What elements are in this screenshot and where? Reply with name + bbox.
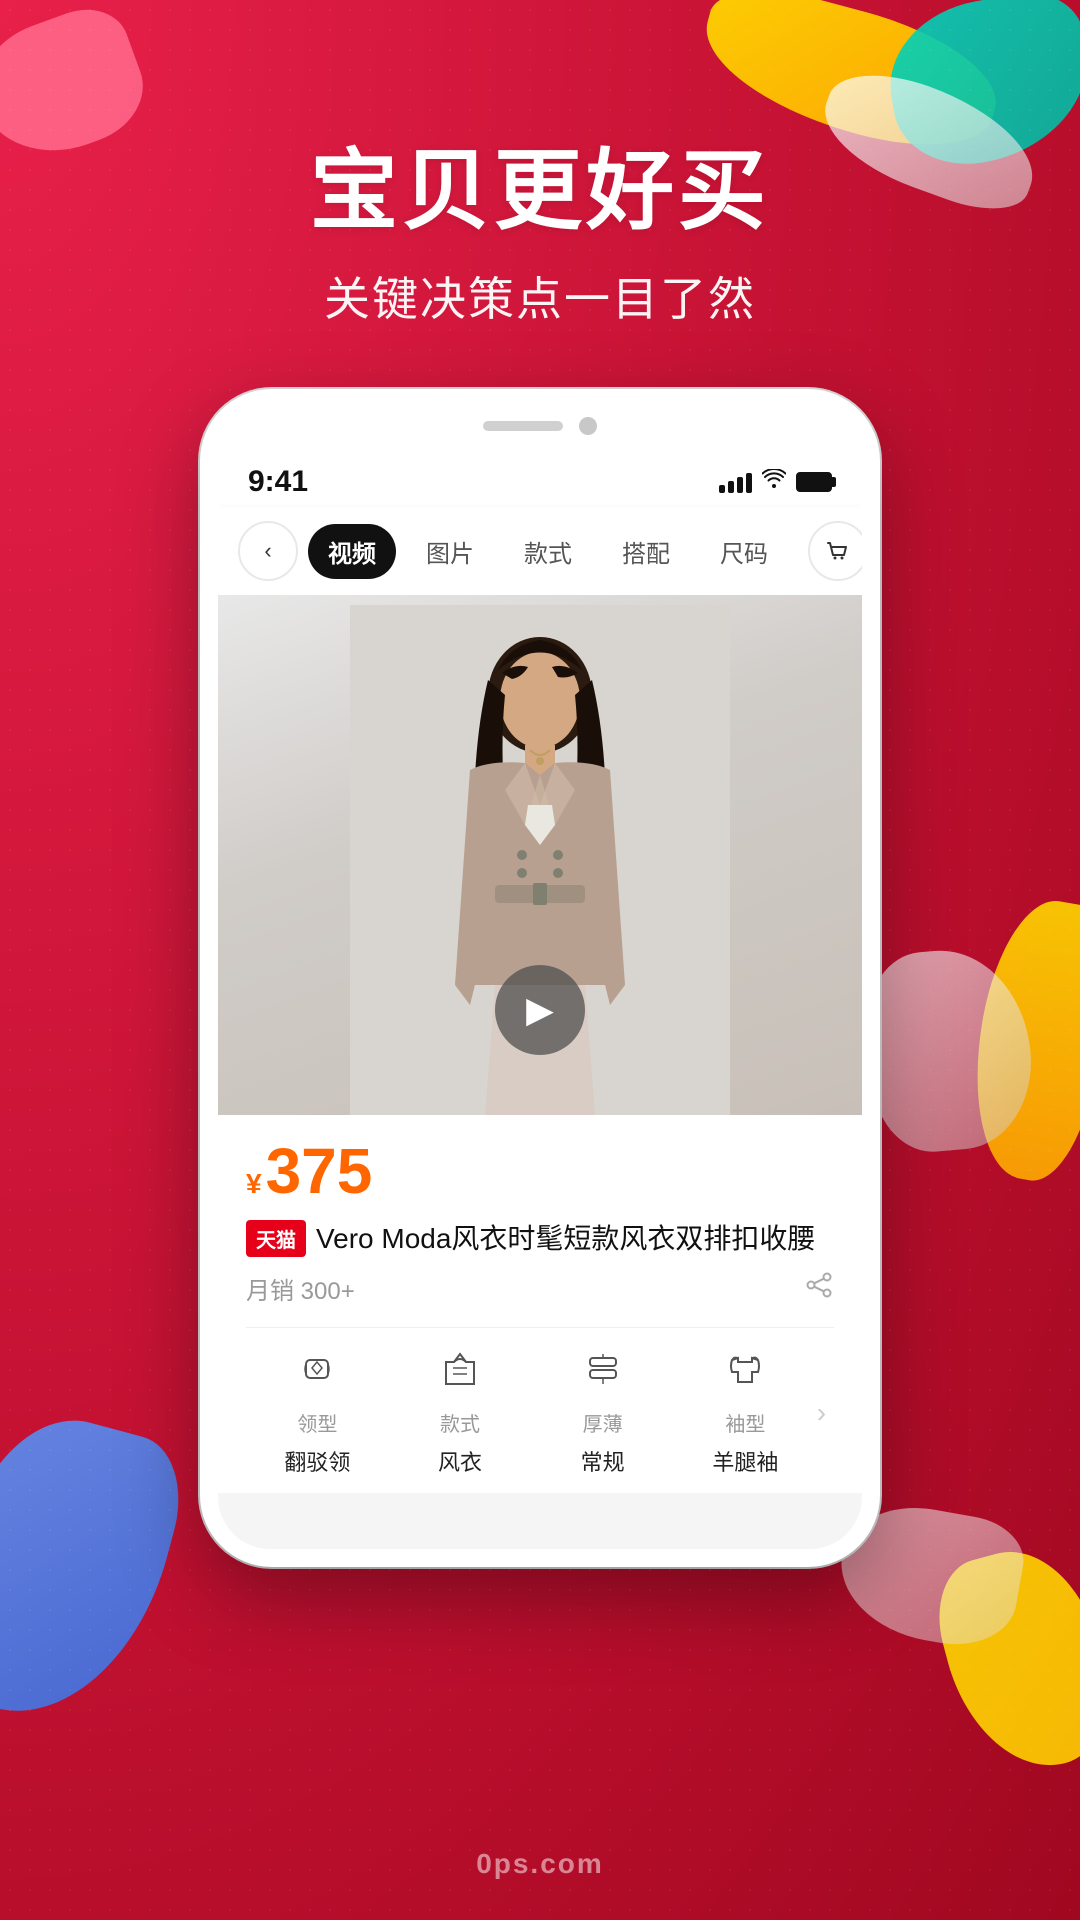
- wifi-icon: [762, 469, 786, 495]
- tab-size[interactable]: 尺码: [700, 524, 788, 579]
- price-row: ¥ 375: [246, 1139, 834, 1203]
- status-icons: [719, 469, 832, 495]
- title-row: 天猫 Vero Moda风衣时髦短款风衣双排扣收腰: [246, 1219, 834, 1258]
- cart-button[interactable]: [808, 521, 862, 581]
- price-symbol: ¥: [246, 1168, 262, 1200]
- sleeve-label: 袖型: [725, 1408, 765, 1437]
- watermark-text: 0ps.com: [476, 1848, 604, 1880]
- main-headline: 宝贝更好买: [310, 120, 770, 247]
- feature-collar[interactable]: 领型 翻驳领: [246, 1348, 389, 1477]
- product-info-section: ¥ 375 天猫 Vero Moda风衣时髦短款风衣双排扣收腰 月销 300+: [218, 1115, 862, 1493]
- tmall-badge: 天猫: [246, 1220, 306, 1257]
- content-area: 宝贝更好买 关键决策点一目了然 9:41: [0, 0, 1080, 1920]
- phone-outer-frame: 9:41: [200, 389, 880, 1567]
- play-button[interactable]: ▶: [495, 965, 585, 1055]
- signal-icon: [719, 471, 752, 493]
- style-value: 风衣: [438, 1445, 482, 1477]
- feature-sleeve[interactable]: 袖型 羊腿袖: [674, 1348, 817, 1477]
- price-value: 375: [266, 1139, 373, 1203]
- watermark-area: 0ps.com: [0, 1848, 1080, 1880]
- back-button[interactable]: ‹: [238, 521, 298, 581]
- product-image-area: ▶: [218, 595, 862, 1115]
- sleeve-value: 羊腿袖: [712, 1445, 778, 1477]
- collar-icon: [296, 1348, 338, 1400]
- product-title: Vero Moda风衣时髦短款风衣双排扣收腰: [316, 1219, 815, 1258]
- tab-style[interactable]: 款式: [504, 524, 592, 579]
- tab-video[interactable]: 视频: [308, 524, 396, 579]
- thickness-icon: [582, 1348, 624, 1400]
- phone-screen: 9:41: [218, 449, 862, 1549]
- sub-headline: 关键决策点一目了然: [324, 263, 756, 329]
- collar-label: 领型: [297, 1408, 337, 1437]
- tab-outfit[interactable]: 搭配: [602, 524, 690, 579]
- phone-camera: [579, 417, 597, 435]
- style-label: 款式: [440, 1408, 480, 1437]
- feature-style[interactable]: 款式 风衣: [389, 1348, 532, 1477]
- sleeve-icon: [724, 1348, 766, 1400]
- thickness-label: 厚薄: [583, 1408, 623, 1437]
- status-time: 9:41: [248, 465, 308, 499]
- monthly-sales: 月销 300+: [246, 1271, 355, 1306]
- phone-speaker: [483, 421, 563, 431]
- share-icon[interactable]: [804, 1270, 834, 1307]
- feature-thickness[interactable]: 厚薄 常规: [531, 1348, 674, 1477]
- style-icon: [439, 1348, 481, 1400]
- feature-tags: 领型 翻驳领: [246, 1327, 834, 1477]
- tab-images[interactable]: 图片: [406, 524, 494, 579]
- collar-value: 翻驳领: [284, 1445, 350, 1477]
- phone-notch: [218, 407, 862, 449]
- product-nav-tabs: ‹ 视频 图片 款式 搭配 尺码 ···: [218, 507, 862, 595]
- phone-mockup: 9:41: [200, 389, 880, 1567]
- sales-row: 月销 300+: [246, 1270, 834, 1307]
- feature-more-arrow[interactable]: ›: [817, 1397, 834, 1429]
- battery-icon: [796, 472, 832, 492]
- thickness-value: 常规: [581, 1445, 625, 1477]
- status-bar: 9:41: [218, 449, 862, 507]
